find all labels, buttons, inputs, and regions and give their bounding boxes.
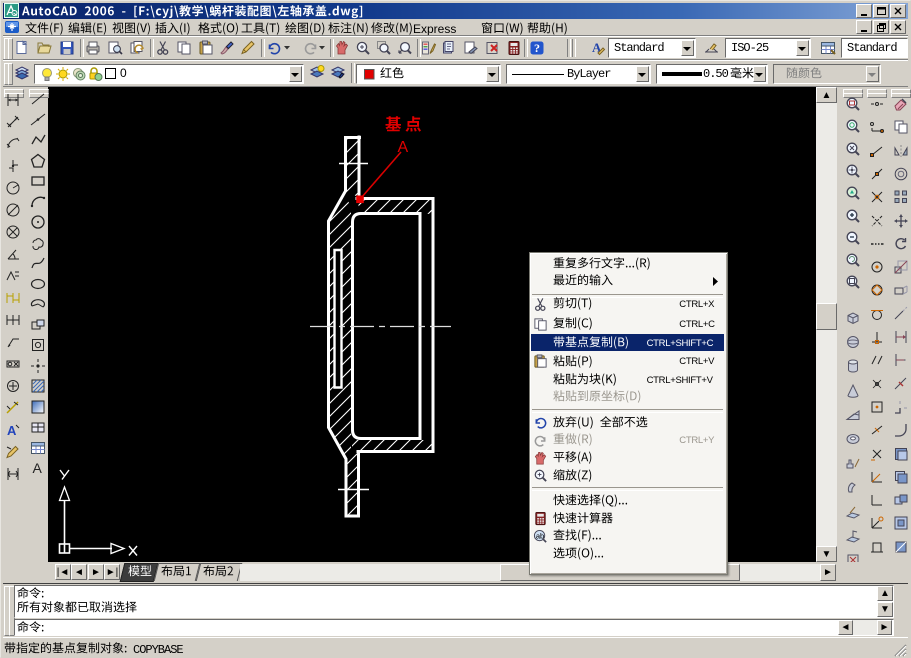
svg-text:ab: ab [536, 531, 544, 540]
svg-text:A: A [7, 423, 17, 438]
svg-text:A: A [33, 460, 43, 476]
svg-text:?: ? [534, 41, 540, 55]
